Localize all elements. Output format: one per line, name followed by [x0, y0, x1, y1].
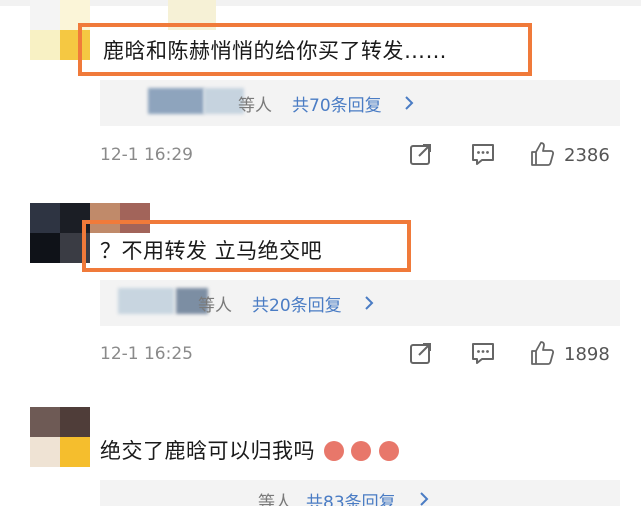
- reply-count-link[interactable]: 共70条回复: [292, 91, 382, 116]
- chevron-right-icon: [420, 492, 429, 506]
- like-count: 2386: [564, 145, 610, 166]
- comment-icon[interactable]: [470, 141, 496, 167]
- comment-text: 鹿晗和陈赫悄悄的给你买了转发……: [103, 39, 447, 63]
- avatar[interactable]: [30, 407, 90, 467]
- comment-meta: 12-1 16:29 2386: [100, 141, 620, 171]
- crying-face-emoji: [378, 441, 399, 461]
- replier-avatars: [118, 288, 174, 314]
- share-icon[interactable]: [408, 340, 434, 366]
- reply-users: 等人: [198, 296, 232, 316]
- comment-time: 12-1 16:29: [100, 145, 193, 165]
- reply-summary[interactable]: 等人 共70条回复: [100, 80, 620, 126]
- chevron-right-icon: [405, 96, 414, 110]
- crying-face-emoji: [351, 441, 372, 461]
- crying-face-emoji: [324, 441, 345, 461]
- reply-summary[interactable]: 等人 共83条回复: [100, 480, 620, 506]
- like-count: 1898: [564, 344, 610, 365]
- reply-summary[interactable]: 等人 共20条回复: [100, 280, 620, 326]
- like-icon[interactable]: [529, 340, 555, 366]
- comment-icon[interactable]: [470, 340, 496, 366]
- reply-users: 等人: [258, 493, 292, 506]
- comment-text: 绝交了鹿晗可以归我吗: [100, 435, 399, 465]
- chevron-right-icon: [365, 296, 374, 310]
- reply-count-link[interactable]: 共83条回复: [306, 488, 396, 506]
- replier-avatars: [148, 88, 204, 114]
- comment-time: 12-1 16:25: [100, 344, 193, 364]
- share-icon[interactable]: [408, 141, 434, 167]
- comment-body: 绝交了鹿晗可以归我吗: [100, 439, 315, 463]
- like-icon[interactable]: [529, 141, 555, 167]
- comment-meta: 12-1 16:25 1898: [100, 340, 620, 370]
- reply-users: 等人: [238, 96, 272, 116]
- reply-count-link[interactable]: 共20条回复: [252, 291, 342, 316]
- top-edge: [0, 0, 641, 6]
- comment-text: ？不用转发 立马绝交吧: [100, 239, 323, 263]
